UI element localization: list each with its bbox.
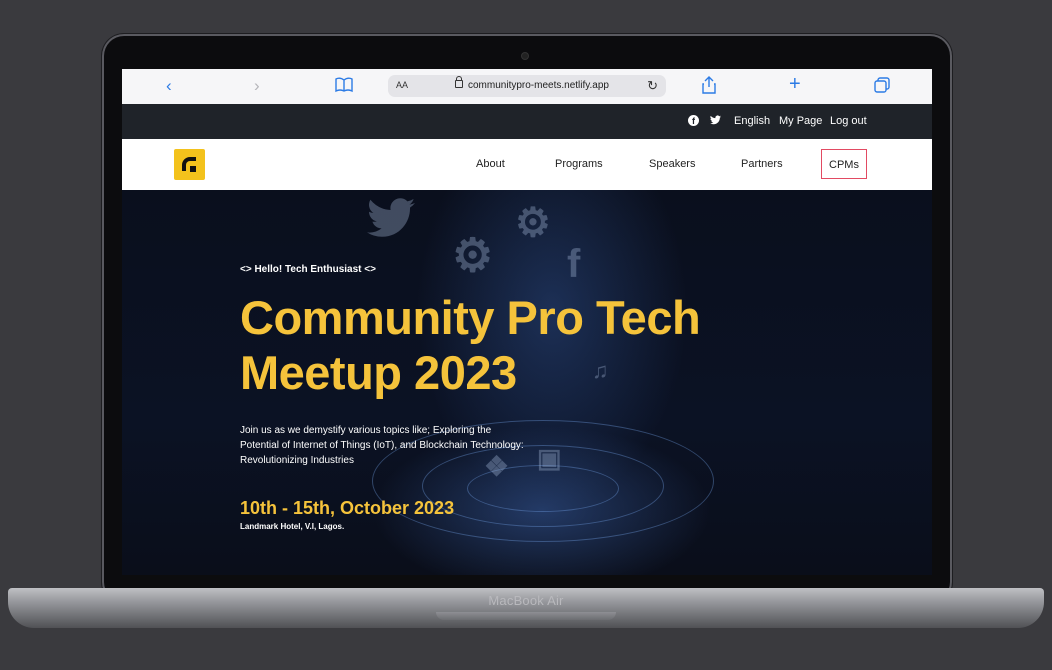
device-label: MacBook Air	[488, 593, 564, 608]
hero-description-line3: Revolutionizing Industries	[240, 455, 354, 466]
logout-link[interactable]: Log out	[830, 115, 867, 127]
camera-icon	[522, 53, 528, 59]
browser-toolbar: ‹ › AA communitypro-meets.netlify.app ↻ …	[122, 69, 932, 105]
nav-speakers[interactable]: Speakers	[649, 158, 695, 170]
url-text: communitypro-meets.netlify.app	[468, 80, 609, 91]
laptop-notch	[436, 612, 616, 620]
event-date: 10th - 15th, October 2023	[240, 498, 455, 518]
hero-title-line1: Community Pro Tech	[240, 291, 701, 344]
nav-programs[interactable]: Programs	[555, 158, 603, 170]
browser-screen: ‹ › AA communitypro-meets.netlify.app ↻ …	[122, 69, 932, 575]
address-bar[interactable]: AA communitypro-meets.netlify.app ↻	[388, 75, 666, 97]
hero-section: ⚙ ⚙ f ♫ ▣ ❖ <> Hello! Tech Enthusiast <>…	[122, 190, 932, 575]
reader-aa-button[interactable]: AA	[396, 80, 408, 90]
nav-cpms[interactable]: CPMs	[821, 149, 867, 179]
language-link[interactable]: English	[734, 115, 770, 127]
site-logo[interactable]	[174, 149, 205, 180]
site-nav: About Programs Speakers Partners CPMs	[122, 139, 932, 190]
back-icon[interactable]: ‹	[166, 77, 172, 95]
new-tab-icon[interactable]: +	[789, 74, 801, 94]
instagram-bg-icon: ▣	[537, 443, 562, 473]
event-venue: Landmark Hotel, V.I, Lagos.	[240, 522, 345, 531]
tabs-icon[interactable]	[874, 77, 890, 97]
forward-icon[interactable]: ›	[254, 77, 260, 95]
hero-description-line1: Join us as we demystify various topics l…	[240, 425, 492, 436]
reload-icon[interactable]: ↻	[647, 78, 658, 94]
facebook-bg-icon: f	[567, 242, 581, 286]
my-page-link[interactable]: My Page	[779, 115, 822, 127]
nav-partners[interactable]: Partners	[741, 158, 783, 170]
site-topbar: f English My Page Log out	[122, 104, 932, 139]
bookmarks-icon[interactable]	[335, 77, 353, 97]
facebook-icon[interactable]: f	[688, 115, 699, 126]
hero-title-line2: Meetup 2023	[240, 346, 517, 399]
hero-description: Join us as we demystify various topics l…	[240, 423, 540, 468]
twitter-bg-icon	[367, 198, 415, 248]
nav-about[interactable]: About	[476, 158, 505, 170]
hero-title: Community Pro Tech Meetup 2023	[240, 290, 760, 400]
lock-icon	[455, 76, 463, 88]
hero-greeting: <> Hello! Tech Enthusiast <>	[240, 264, 376, 275]
twitter-icon[interactable]	[710, 115, 721, 126]
gear-bg-icon: ⚙	[515, 201, 551, 245]
hero-description-line2: Potential of Internet of Things (IoT), a…	[240, 440, 524, 451]
gear-bg-icon: ⚙	[452, 229, 494, 281]
share-icon[interactable]	[702, 76, 716, 98]
